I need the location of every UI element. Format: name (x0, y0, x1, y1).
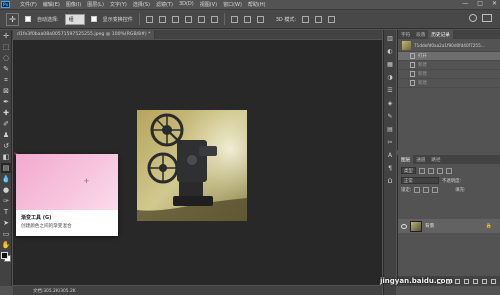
tab-channels[interactable]: 通道 (413, 157, 428, 163)
channels-panel-icon[interactable]: ▤ (385, 124, 395, 134)
tools-options-icon[interactable]: ✂ (385, 137, 395, 147)
snapshot-thumbnail (402, 40, 411, 50)
tooltip-title: 渐变工具 (G) (21, 215, 52, 221)
lock-position-icon[interactable] (423, 187, 430, 193)
history-step-label: 新建 (418, 72, 427, 77)
history-step[interactable]: 新建 (398, 70, 500, 79)
document-icon (410, 80, 415, 86)
layer-filter-row: 类型 (401, 167, 497, 174)
history-step-label: 新建 (418, 81, 427, 86)
paragraph-panel-icon[interactable]: ¶ (385, 163, 395, 173)
layers-panel: 图层 通道 路径 类型 正常 不透明度: 锁定: 填充: 背景 🔒 (397, 155, 500, 286)
history-step-label: 新建 (418, 63, 427, 68)
tab-layers[interactable]: 图层 (398, 155, 414, 164)
adjustments-panel-icon[interactable]: ◑ (385, 72, 395, 82)
styles-panel-icon[interactable]: ◈ (385, 98, 395, 108)
watermark: jingyan.baidu.com (380, 277, 453, 285)
document-icon (410, 71, 415, 77)
filter-type-icon[interactable] (436, 167, 443, 174)
history-step-label: 打开 (418, 54, 427, 59)
kind-filter-dropdown[interactable]: 类型 (401, 167, 416, 174)
document-icon (410, 62, 415, 68)
document-icon (410, 53, 415, 59)
new-layer-icon[interactable] (482, 278, 487, 284)
add-mask-icon[interactable] (455, 278, 460, 284)
adjustment-layer-icon[interactable] (464, 278, 469, 284)
history-step[interactable]: 新建 (398, 61, 500, 70)
filter-adjust-icon[interactable] (427, 167, 434, 174)
history-step[interactable]: 打开 (398, 52, 500, 61)
history-panel-icon[interactable]: ▥ (385, 33, 395, 43)
snapshot-name: 71ddefd0aa2a1f90d0fd40f7255... (414, 42, 485, 48)
history-snapshot[interactable]: 71ddefd0aa2a1f90d0fd40f7255... (398, 39, 500, 52)
brush-panel-icon[interactable]: ✎ (385, 111, 395, 121)
lock-all-icon[interactable] (432, 187, 439, 193)
lock-label: 锁定: (401, 188, 412, 193)
layers-controls: 类型 正常 不透明度: 锁定: 填充: (398, 164, 500, 196)
layer-row-background[interactable]: 背景 🔒 (398, 219, 500, 233)
tab-character[interactable]: 字符 (398, 32, 413, 38)
visibility-eye-icon[interactable] (401, 223, 407, 229)
layers-panel-tabs: 图层 通道 路径 (398, 155, 500, 164)
blend-row: 正常 不透明度: (401, 177, 497, 184)
lock-icon: 🔒 (485, 223, 492, 229)
properties-panel-icon[interactable]: ☰ (385, 85, 395, 95)
trash-icon[interactable] (491, 278, 496, 284)
swatches-panel-icon[interactable]: ▦ (385, 59, 395, 69)
layer-thumbnail (410, 220, 422, 232)
document-size-status: 文档:305.2K/305.2K (33, 288, 76, 294)
new-group-icon[interactable] (473, 278, 478, 284)
filter-pixel-icon[interactable] (418, 167, 425, 174)
panel-icon-column: ▥ ◐ ▦ ◑ ☰ ◈ ✎ ▤ ✂ A ¶ Ω (383, 30, 396, 295)
tooltip-description: 创建颜色之间的渐变混合 (21, 224, 72, 229)
color-panel-icon[interactable]: ◐ (385, 46, 395, 56)
gradient-preview: ✛ (16, 154, 118, 210)
tab-paragraph[interactable]: 段落 (413, 32, 428, 38)
lock-pixels-icon[interactable] (414, 187, 421, 193)
crosshair-cursor-icon: ✛ (84, 178, 90, 185)
layer-name: 背景 (425, 224, 435, 229)
tab-history[interactable]: 历史记录 (428, 30, 453, 39)
text-panel-icon[interactable]: A (385, 150, 395, 160)
opacity-label: 不透明度: (442, 178, 462, 184)
blend-mode-dropdown[interactable]: 正常 (401, 177, 439, 184)
history-step[interactable]: 新建 (398, 79, 500, 88)
history-panel: 字符 段落 历史记录 71ddefd0aa2a1f90d0fd40f7255..… (397, 30, 500, 150)
tab-paths[interactable]: 路径 (428, 157, 443, 163)
status-bar: 文档:305.2K/305.2K (13, 286, 382, 295)
glyphs-panel-icon[interactable]: Ω (385, 176, 395, 186)
history-panel-tabs: 字符 段落 历史记录 (398, 30, 500, 39)
lock-row: 锁定: 填充: (401, 187, 497, 193)
fill-label: 填充: (455, 188, 466, 193)
filter-shape-icon[interactable] (445, 167, 452, 174)
tool-tooltip: ✛ 渐变工具 (G) 创建颜色之间的渐变混合 (16, 154, 118, 236)
